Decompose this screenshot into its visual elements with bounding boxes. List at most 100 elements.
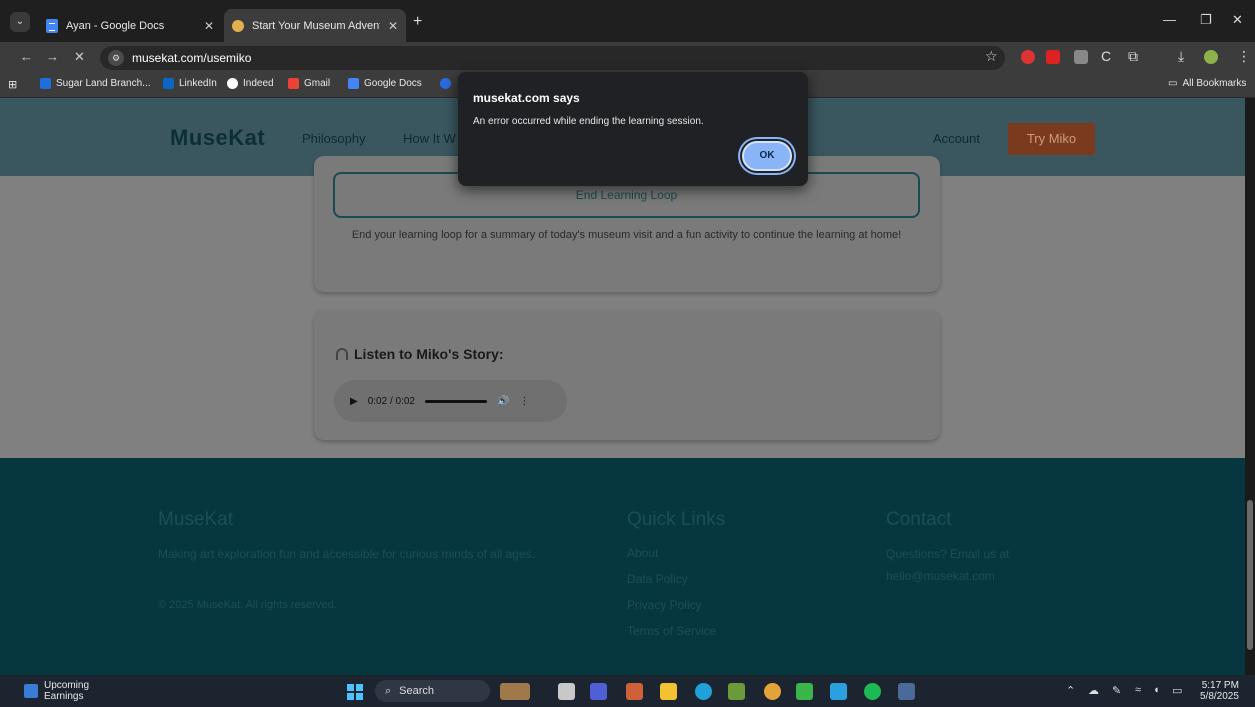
footer-link-terms[interactable]: Terms of Service xyxy=(627,624,716,638)
footer-brand: MuseKat xyxy=(158,509,233,530)
close-icon[interactable]: ✕ xyxy=(388,19,398,33)
google-docs-icon xyxy=(348,78,359,89)
all-bookmarks[interactable]: ▭ All Bookmarks xyxy=(1168,78,1246,89)
bookmark-c-icon xyxy=(440,78,451,89)
bookmark-c[interactable] xyxy=(440,78,451,89)
page-scrollbar[interactable] xyxy=(1245,98,1255,675)
alert-dialog: musekat.com says An error occurred while… xyxy=(458,72,808,186)
story-title-text: Listen to Miko's Story: xyxy=(354,346,504,362)
footer-tagline: Making art exploration fun and accessibl… xyxy=(158,547,535,561)
new-tab-button[interactable]: + xyxy=(413,13,422,31)
try-miko-button[interactable]: Try Miko xyxy=(1008,123,1095,155)
back-icon[interactable]: ← xyxy=(20,49,33,64)
clock-date: 5/8/2025 xyxy=(1200,691,1239,702)
bookmark-google-docs[interactable]: Google Docs xyxy=(348,78,422,89)
taskbar-clock[interactable]: 5:17 PM 5/8/2025 xyxy=(1200,680,1239,702)
story-title: Listen to Miko's Story: xyxy=(336,346,504,362)
close-icon[interactable]: ✕ xyxy=(204,19,214,33)
library-icon xyxy=(40,78,51,89)
restore-icon[interactable]: ❐ xyxy=(1200,12,1212,28)
forward-icon[interactable]: → xyxy=(46,49,59,64)
nav-philosophy[interactable]: Philosophy xyxy=(302,131,366,146)
bookmark-indeed[interactable]: Indeed xyxy=(227,78,274,89)
contact-email[interactable]: hello@musekat.com xyxy=(886,565,995,587)
contact-text: Questions? Email us at xyxy=(886,547,1010,561)
widget-line1: Upcoming xyxy=(44,680,90,691)
download-icon[interactable]: ⤓ xyxy=(1178,48,1184,65)
bookmark-sugar-land[interactable]: Sugar Land Branch... xyxy=(40,78,151,89)
minecraft-icon[interactable] xyxy=(728,683,745,700)
battery-icon[interactable]: ▭ xyxy=(1172,684,1182,697)
extensions-puzzle-icon[interactable]: ⧉ xyxy=(1128,48,1138,65)
pen-icon[interactable]: ✎ xyxy=(1112,684,1121,697)
bookmark-star-icon[interactable]: ☆ xyxy=(985,48,998,65)
volume-icon[interactable]: ◖ xyxy=(1153,684,1160,696)
extension-icon[interactable] xyxy=(1074,50,1088,64)
xbox-app-icon[interactable] xyxy=(796,683,813,700)
extension-icon[interactable] xyxy=(1021,50,1035,64)
footer-link-about[interactable]: About xyxy=(627,546,658,560)
minimize-icon[interactable]: — xyxy=(1163,12,1176,27)
footer-copyright: © 2025 MuseKat. All rights reserved. xyxy=(158,599,337,611)
apps-grid-icon[interactable]: ⊞ xyxy=(8,78,17,91)
chrome-browser-icon[interactable] xyxy=(764,683,781,700)
tab-google-docs[interactable]: Ayan - Google Docs ✕ xyxy=(38,9,222,42)
volume-icon[interactable]: 🔊 xyxy=(497,396,509,407)
nav-account[interactable]: Account xyxy=(933,131,980,146)
task-view-icon[interactable] xyxy=(558,683,575,700)
footer-link-data-policy[interactable]: Data Policy xyxy=(627,572,688,586)
contact-title: Contact xyxy=(886,509,952,530)
tab-strip: ⌄ Ayan - Google Docs ✕ Start Your Museum… xyxy=(0,0,1255,42)
indeed-icon xyxy=(227,78,238,89)
audio-more-icon[interactable]: ⋮ xyxy=(519,396,529,407)
zoom-app-icon[interactable] xyxy=(590,683,607,700)
window-close-icon[interactable]: ✕ xyxy=(1232,12,1243,28)
scrollbar-thumb[interactable] xyxy=(1247,500,1253,650)
bookmark-gmail[interactable]: Gmail xyxy=(288,78,330,89)
windows-start-icon[interactable] xyxy=(347,684,363,700)
windows-taskbar: Upcoming Earnings ⌕ Search ⌃ ☁ ✎ ≈ ◖ ▭ 5… xyxy=(0,675,1255,707)
headphones-icon xyxy=(336,348,348,360)
tab-label: Ayan - Google Docs xyxy=(66,19,165,32)
gmail-icon xyxy=(288,78,299,89)
more-menu-icon[interactable]: ⋮ xyxy=(1237,48,1251,65)
wifi-icon[interactable]: ≈ xyxy=(1135,684,1141,696)
file-explorer-icon[interactable] xyxy=(660,683,677,700)
onedrive-icon[interactable]: ☁ xyxy=(1088,684,1099,697)
stop-icon[interactable]: ✕ xyxy=(74,49,85,65)
footer-link-privacy-policy[interactable]: Privacy Policy xyxy=(627,598,702,612)
url-text: musekat.com/usemiko xyxy=(132,51,252,65)
ok-button[interactable]: OK xyxy=(742,141,792,171)
nav-how-it-works[interactable]: How It W xyxy=(403,131,456,146)
widget-icon xyxy=(24,684,38,698)
tab-musekat[interactable]: Start Your Museum Adventure ✕ xyxy=(224,9,406,42)
end-loop-description: End your learning loop for a summary of … xyxy=(351,229,902,241)
taskbar-app-icon[interactable] xyxy=(898,683,915,700)
widget-line2: Earnings xyxy=(44,691,84,702)
quick-links-title: Quick Links xyxy=(627,509,726,530)
folder-icon: ▭ xyxy=(1168,78,1178,89)
taskbar-search[interactable]: ⌕ Search xyxy=(375,680,490,702)
audio-progress-bar[interactable] xyxy=(424,399,487,403)
news-widget[interactable]: Upcoming Earnings xyxy=(24,680,89,702)
audio-time: 0:02 / 0:02 xyxy=(367,395,415,407)
google-docs-icon xyxy=(46,18,58,33)
play-icon[interactable]: ▶ xyxy=(350,396,358,407)
paint-app-icon[interactable] xyxy=(626,683,643,700)
taskbar-search-label: Search xyxy=(399,685,435,697)
address-bar[interactable]: ⚙ musekat.com/usemiko xyxy=(100,46,1005,70)
extension-icon[interactable] xyxy=(1046,50,1060,64)
copilot-icon[interactable] xyxy=(830,683,847,700)
spotify-icon[interactable] xyxy=(864,683,881,700)
taskbar-app-icon[interactable] xyxy=(500,683,530,700)
musekat-favicon-icon xyxy=(232,19,244,32)
site-logo[interactable]: MuseKat xyxy=(170,125,265,151)
tab-search-button[interactable]: ⌄ xyxy=(10,12,30,32)
profile-avatar[interactable] xyxy=(1204,50,1218,64)
extension-c-icon[interactable]: C xyxy=(1101,48,1111,64)
search-icon: ⌕ xyxy=(385,684,392,697)
edge-browser-icon[interactable] xyxy=(695,683,712,700)
site-info-icon[interactable]: ⚙ xyxy=(108,50,124,66)
bookmark-linkedin[interactable]: LinkedIn xyxy=(163,78,217,89)
tray-overflow-icon[interactable]: ⌃ xyxy=(1066,684,1075,697)
